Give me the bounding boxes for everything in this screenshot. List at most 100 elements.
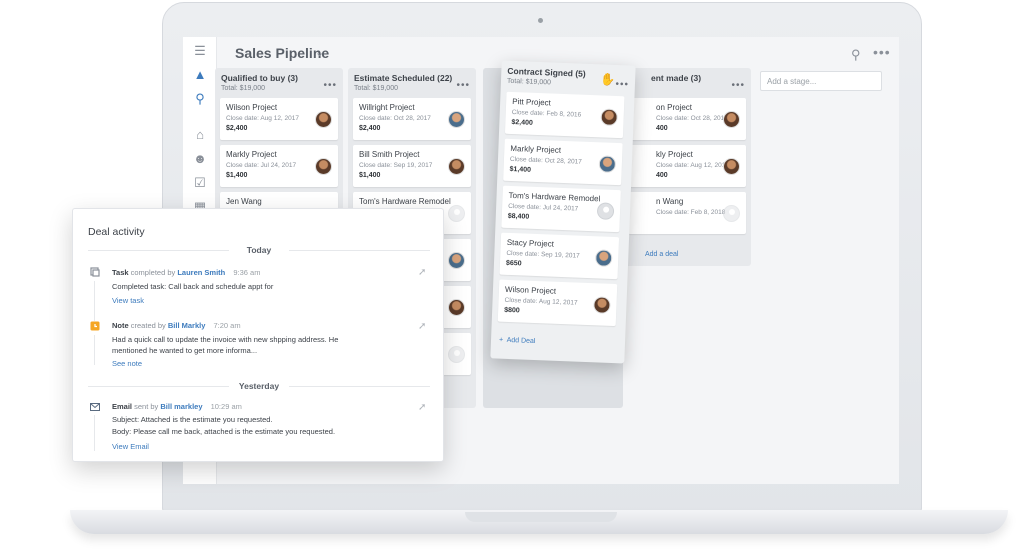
grab-hand-icon: ✋ <box>599 72 616 87</box>
search-icon[interactable]: ⚲ <box>192 91 208 107</box>
activity-type: Task <box>112 268 129 277</box>
activity-body: Completed task: Call back and schedule a… <box>112 282 274 291</box>
email-body: Body: Please call me back, attached is t… <box>112 427 336 436</box>
deal-value: $1,400 <box>359 172 381 179</box>
activity-body: mentioned he wanted to get more informa.… <box>112 346 258 355</box>
avatar <box>448 346 465 363</box>
activity-time: 10:29 am <box>210 402 242 411</box>
deal-name: Stacy Project <box>506 237 555 249</box>
activity-header: Note created by Bill Markly 7:20 am <box>112 321 241 330</box>
deal-card[interactable]: Willright Project Close date: Oct 28, 20… <box>353 98 471 140</box>
stage-header: Qualified to buy (3) Total: $19,000 <box>221 73 337 92</box>
email-icon <box>90 403 100 411</box>
deal-card[interactable]: Wilson Project Close date: Aug 12, 2017 … <box>497 279 618 327</box>
home-icon[interactable]: ⌂ <box>192 127 208 143</box>
stage-more-icon[interactable]: ••• <box>456 80 470 91</box>
activity-verb: sent by <box>134 402 159 411</box>
activity-header: Email sent by Bill markley 10:29 am <box>112 402 242 411</box>
activity-type: Note <box>112 321 129 330</box>
deal-name: Tom's Hardware Remodel <box>508 190 601 204</box>
stage-total: Total: $19,000 <box>221 85 265 92</box>
deal-name: Wilson Project <box>504 284 557 296</box>
view-email-link[interactable]: View Email <box>112 442 149 451</box>
add-stage-input[interactable]: Add a stage... <box>760 71 882 91</box>
deal-value: $1,400 <box>226 172 248 179</box>
deal-name: Tom's Hardware Remodel <box>359 197 451 206</box>
activity-verb: completed by <box>130 268 176 277</box>
avatar <box>723 158 740 175</box>
timeline-line <box>94 281 95 321</box>
deal-value: $2,400 <box>359 125 381 132</box>
activity-user-link[interactable]: Bill markley <box>160 402 202 411</box>
calendar-check-icon[interactable]: ☑ <box>192 175 208 191</box>
more-options-icon[interactable]: ••• <box>873 44 891 60</box>
deal-name: Markly Project <box>510 143 562 155</box>
activity-type: Email <box>112 402 133 411</box>
avatar <box>448 252 465 269</box>
add-deal-link[interactable]: + Add Deal <box>499 337 536 345</box>
deal-card[interactable]: Markly Project Close date: Oct 28, 2017 … <box>503 138 623 186</box>
stage-column-payment: ent made (3) ••• on Project Close date: … <box>623 68 751 266</box>
panel-title: Deal activity <box>88 226 145 238</box>
stage-title: Qualified to buy (3) <box>221 73 298 83</box>
plus-icon: + <box>498 336 504 344</box>
avatar <box>723 111 740 128</box>
view-task-link[interactable]: View task <box>112 296 144 305</box>
deal-card[interactable]: Stacy Project Close date: Sep 19, 2017 $… <box>499 232 620 280</box>
avatar <box>315 158 332 175</box>
deal-name: Pitt Project <box>512 96 552 108</box>
avatar <box>448 205 465 222</box>
avatar <box>448 299 465 316</box>
pin-icon[interactable]: ➚ <box>418 267 426 278</box>
menu-icon[interactable]: ☰ <box>192 43 208 59</box>
laptop-camera <box>538 18 543 23</box>
deal-card[interactable]: on Project Close date: Oct 28, 2017 400 <box>628 98 746 140</box>
dragged-stage-column[interactable]: Contract Signed (5) Total: $19,000 ✋ •••… <box>490 60 636 364</box>
stage-more-icon[interactable]: ••• <box>323 80 337 91</box>
deal-name: Willright Project <box>359 103 415 112</box>
activity-body: Had a quick call to update the invoice w… <box>112 335 339 344</box>
laptop-notch <box>465 512 617 522</box>
deal-card[interactable]: Bill Smith Project Close date: Sep 19, 2… <box>353 145 471 187</box>
stage-more-icon[interactable]: ••• <box>615 79 629 91</box>
timeline-line <box>94 335 95 365</box>
day-label: Yesterday <box>229 381 289 391</box>
megaphone-icon[interactable]: ▲ <box>192 67 208 83</box>
deal-value: $2,400 <box>226 125 248 132</box>
deal-name: Jen Wang <box>226 197 262 206</box>
deal-card[interactable]: Tom's Hardware Remodel Close date: Jul 2… <box>501 185 621 233</box>
avatar <box>448 158 465 175</box>
add-deal-link[interactable]: Add a deal <box>645 251 678 258</box>
email-subject: Subject: Attached is the estimate you re… <box>112 415 273 424</box>
avatar <box>448 111 465 128</box>
day-label: Today <box>229 245 289 255</box>
activity-user-link[interactable]: Bill Markly <box>168 321 206 330</box>
header-search-icon[interactable]: ⚲ <box>851 47 861 63</box>
activity-user-link[interactable]: Lauren Smith <box>177 268 225 277</box>
activity-time: 9:36 am <box>233 268 261 277</box>
avatar <box>315 111 332 128</box>
deal-card[interactable]: Markly Project Close date: Jul 24, 2017 … <box>220 145 338 187</box>
deal-name: Wilson Project <box>226 103 278 112</box>
user-icon[interactable]: ☻ <box>192 151 208 167</box>
stage-more-icon[interactable]: ••• <box>731 80 745 91</box>
deal-activity-panel: Deal activity Today Task completed by La… <box>72 208 444 462</box>
add-deal-label: Add Deal <box>506 336 536 346</box>
deal-card[interactable]: Wilson Project Close date: Aug 12, 2017 … <box>220 98 338 140</box>
pin-icon[interactable]: ➚ <box>418 321 426 332</box>
pin-icon[interactable]: ➚ <box>418 402 426 413</box>
stage-title: Estimate Scheduled (22) <box>354 73 453 83</box>
chevron-down-icon[interactable]: ⌄ <box>315 46 324 59</box>
see-note-link[interactable]: See note <box>112 359 142 368</box>
activity-time: 7:20 am <box>213 321 241 330</box>
avatar <box>723 205 740 222</box>
deal-card[interactable]: n Wang Close date: Feb 8, 2018 <box>628 192 746 234</box>
stage-header: ent made (3) <box>651 73 767 83</box>
stage-title: ent made (3) <box>651 73 702 83</box>
deal-card[interactable]: kly Project Close date: Aug 12, 2017 400 <box>628 145 746 187</box>
stage-header: Estimate Scheduled (22) Total: $19,000 <box>354 73 470 92</box>
note-icon <box>90 321 100 331</box>
timeline-line <box>94 415 95 451</box>
deal-name: Markly Project <box>226 150 277 159</box>
deal-card[interactable]: Pitt Project Close date: Feb 8, 2016 $2,… <box>504 91 625 139</box>
